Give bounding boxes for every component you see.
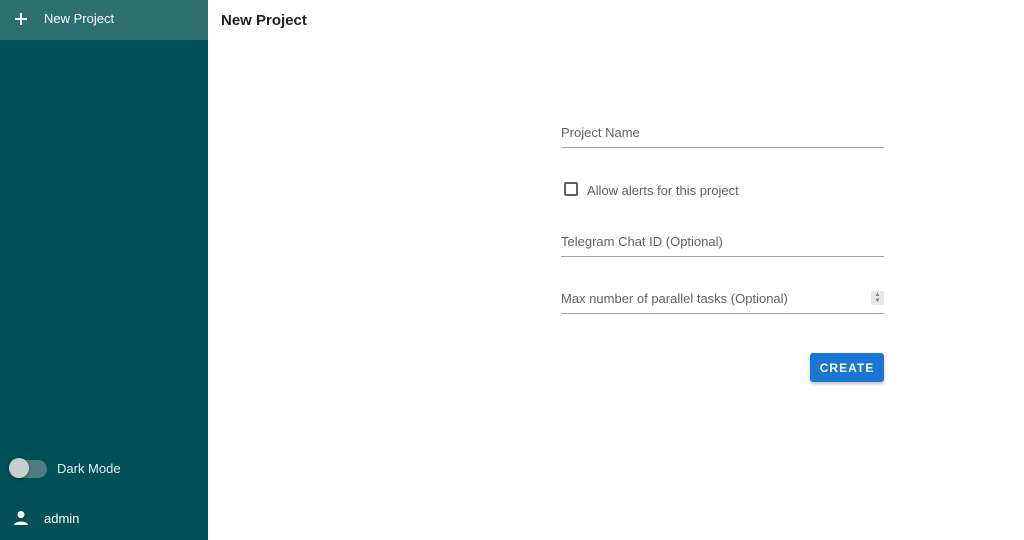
- page-title: New Project: [221, 12, 307, 29]
- stepper-down-icon[interactable]: ▼: [875, 298, 881, 304]
- project-name-input[interactable]: [561, 118, 884, 146]
- allow-alerts-checkbox-row[interactable]: Allow alerts for this project: [563, 180, 823, 200]
- sidebar: New Project Dark Mode admin: [0, 0, 208, 540]
- telegram-chat-id-input[interactable]: [561, 227, 884, 255]
- person-icon: [14, 511, 28, 525]
- new-project-nav-item[interactable]: New Project: [0, 0, 208, 40]
- project-name-field: [561, 118, 884, 148]
- app-root: New Project Dark Mode admin New Project …: [0, 0, 1024, 540]
- max-parallel-tasks-input[interactable]: [561, 284, 884, 312]
- plus-icon: [13, 11, 29, 27]
- number-stepper-icon[interactable]: ▲ ▼: [871, 291, 884, 305]
- user-name: admin: [44, 511, 80, 526]
- dark-mode-switch-thumb[interactable]: [9, 458, 29, 478]
- create-button[interactable]: CREATE: [810, 353, 884, 382]
- telegram-chat-id-field: [561, 227, 884, 257]
- dark-mode-label: Dark Mode: [57, 461, 121, 476]
- allow-alerts-label: Allow alerts for this project: [587, 183, 739, 198]
- user-menu[interactable]: admin: [0, 502, 208, 534]
- new-project-nav-label: New Project: [44, 11, 115, 26]
- max-parallel-tasks-field: ▲ ▼: [561, 284, 884, 314]
- dark-mode-toggle[interactable]: Dark Mode: [0, 452, 208, 484]
- allow-alerts-checkbox[interactable]: [564, 182, 578, 196]
